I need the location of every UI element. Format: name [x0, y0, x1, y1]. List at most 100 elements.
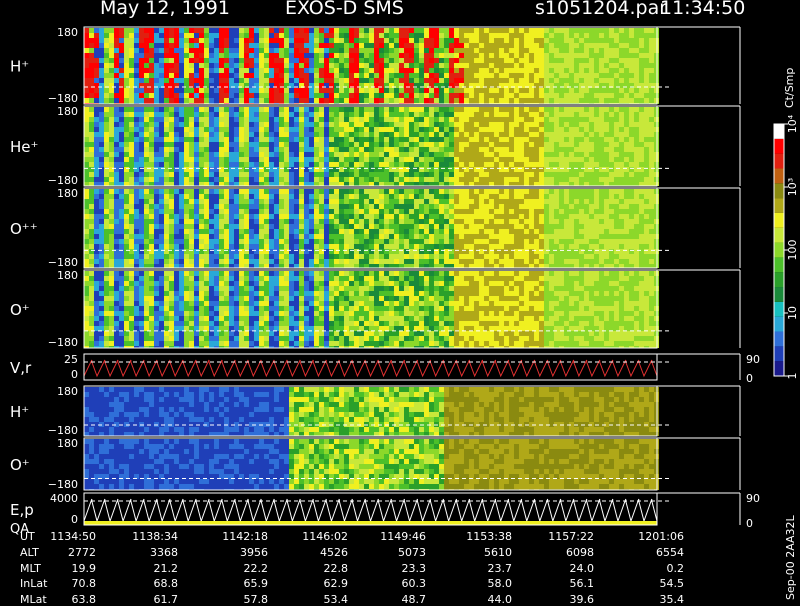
heat-cell [249, 78, 254, 83]
heat-cell [539, 68, 544, 73]
heat-cell [449, 254, 454, 259]
heat-cell [429, 264, 434, 268]
heat-cell [509, 177, 514, 182]
heat-cell [614, 43, 619, 48]
heat-cell [279, 254, 284, 259]
heat-cell [454, 172, 459, 177]
heat-cell [99, 28, 104, 33]
heat-cell [414, 219, 419, 224]
heat-cell [304, 177, 309, 182]
heat-cell [229, 244, 234, 249]
heat-cell [309, 73, 314, 78]
heat-cell [419, 48, 424, 53]
heat-cell [329, 132, 334, 137]
heat-cell [109, 209, 114, 214]
heat-cell [334, 58, 339, 63]
heat-cell [179, 157, 184, 162]
heat-cell [244, 152, 249, 157]
heat-cell [269, 194, 274, 199]
heat-cell [104, 33, 109, 38]
heat-cell [174, 93, 179, 98]
heat-cell [394, 63, 399, 68]
heat-cell [364, 224, 369, 229]
heat-cell [224, 259, 229, 264]
heat-cell [539, 152, 544, 157]
heat-cell [214, 224, 219, 229]
heat-cell [284, 259, 289, 264]
heat-cell [199, 98, 204, 103]
heat-cell [124, 93, 129, 98]
heat-cell [309, 132, 314, 137]
heat-cell [649, 157, 654, 162]
heat-cell [294, 53, 299, 58]
heat-cell [99, 177, 104, 182]
heat-cell [634, 152, 639, 157]
heat-cell [304, 152, 309, 157]
heat-cell [404, 132, 409, 137]
heat-cell [409, 53, 414, 58]
heat-cell [649, 33, 654, 38]
heat-cell [164, 112, 169, 117]
heat-cell [629, 117, 634, 122]
heat-cell [194, 137, 199, 142]
heat-cell [159, 93, 164, 98]
heat-cell [149, 112, 154, 117]
heat-cell [359, 224, 364, 229]
heat-cell [454, 107, 459, 112]
heat-cell [334, 127, 339, 132]
heat-cell [204, 147, 209, 152]
heat-cell [304, 172, 309, 177]
heat-cell [144, 152, 149, 157]
heat-cell [644, 147, 649, 152]
heat-cell [399, 43, 404, 48]
heat-cell [384, 229, 389, 234]
heat-cell [289, 147, 294, 152]
heat-cell [139, 259, 144, 264]
heat-cell [414, 28, 419, 33]
heat-cell [354, 162, 359, 167]
heat-cell [259, 78, 264, 83]
heat-cell [319, 98, 324, 103]
heat-cell [359, 73, 364, 78]
heat-cell [559, 43, 564, 48]
heat-cell [439, 194, 444, 199]
heat-cell [214, 58, 219, 63]
heat-cell [389, 112, 394, 117]
heat-cell [624, 132, 629, 137]
heat-cell [209, 98, 214, 103]
heat-cell [214, 112, 219, 117]
heat-cell [89, 204, 94, 209]
heat-cell [634, 68, 639, 73]
heat-cell [349, 73, 354, 78]
heat-cell [234, 152, 239, 157]
heat-cell [139, 209, 144, 214]
heat-cell [424, 112, 429, 117]
heat-cell [524, 167, 529, 172]
heat-cell [269, 259, 274, 264]
heat-cell [534, 78, 539, 83]
heat-cell [289, 43, 294, 48]
heat-cell [224, 112, 229, 117]
heat-cell [384, 152, 389, 157]
heat-cell [239, 88, 244, 93]
heat-cell [594, 137, 599, 142]
heat-cell [424, 142, 429, 147]
heat-cell [379, 189, 384, 194]
heat-cell [254, 43, 259, 48]
heat-cell [399, 182, 404, 186]
heat-cell [209, 88, 214, 93]
heat-cell [174, 38, 179, 43]
heat-cell [559, 132, 564, 137]
heat-cell [324, 98, 329, 103]
heat-cell [264, 142, 269, 147]
heat-cell [604, 73, 609, 78]
heat-cell [519, 93, 524, 98]
heat-cell [309, 137, 314, 142]
heat-cell [439, 132, 444, 137]
heat-cell [444, 107, 449, 112]
heat-cell [624, 63, 629, 68]
heat-cell [464, 68, 469, 73]
heat-cell [274, 209, 279, 214]
heat-cell [399, 204, 404, 209]
heat-cell [619, 33, 624, 38]
